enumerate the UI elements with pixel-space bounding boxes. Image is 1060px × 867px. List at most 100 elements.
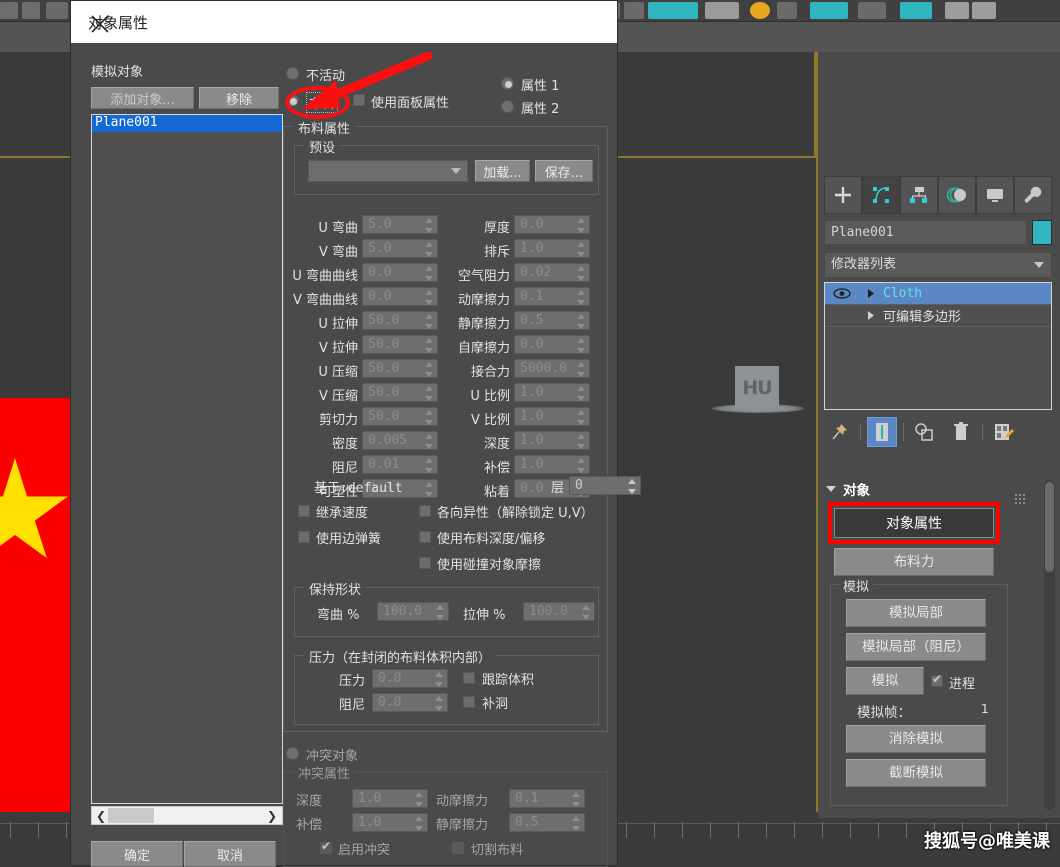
spinner-arrows-icon[interactable] xyxy=(424,314,433,329)
cloth-param-left-2-spinner[interactable]: 0.0 xyxy=(362,263,438,282)
preset-dropdown[interactable] xyxy=(308,160,468,182)
enable-collision-checkbox[interactable] xyxy=(320,839,332,854)
cloth-param-right-0-spinner[interactable]: 0.0 xyxy=(514,215,590,234)
simulate-button[interactable]: 模拟 xyxy=(846,667,924,695)
spinner-arrows-icon[interactable] xyxy=(576,290,585,305)
toolbar-icon-schematic[interactable] xyxy=(972,2,996,19)
keep-shape-stretch-spinner[interactable]: 100.0 xyxy=(523,602,595,621)
modifier-stack-item-editpoly[interactable]: 可编辑多边形 xyxy=(825,305,1051,326)
spinner-arrows-icon[interactable] xyxy=(571,816,580,831)
cloth-param-right-9-spinner[interactable]: 1.0 xyxy=(514,431,590,450)
remove-button[interactable]: 移除 xyxy=(199,87,279,109)
chevron-left-icon[interactable]: ❮ xyxy=(96,809,106,823)
cloth-param-left-0-spinner[interactable]: 5.0 xyxy=(362,215,438,234)
object-properties-button[interactable]: 对象属性 xyxy=(834,508,994,538)
spinner-arrows-icon[interactable] xyxy=(424,386,433,401)
toolbar-icon-curve-editor[interactable] xyxy=(945,2,969,19)
make-unique-icon[interactable] xyxy=(910,417,940,447)
spinner-arrows-icon[interactable] xyxy=(434,672,443,687)
drag-handle-dots[interactable] xyxy=(1014,493,1026,505)
cloth-param-left-4-spinner[interactable]: 50.0 xyxy=(362,311,438,330)
object-name-field[interactable]: Plane001 xyxy=(824,220,1027,245)
modifier-stack[interactable]: Cloth 可编辑多边形 xyxy=(824,282,1052,410)
list-item[interactable]: Plane001 xyxy=(92,115,282,132)
spinner-arrows-icon[interactable] xyxy=(424,410,433,425)
spinner-arrows-icon[interactable] xyxy=(414,792,423,807)
toolbar-icon-render-frame[interactable] xyxy=(858,2,886,19)
hierarchy-tab[interactable] xyxy=(900,176,938,214)
pressure-spinner[interactable]: 0.0 xyxy=(372,669,448,688)
spinner-arrows-icon[interactable] xyxy=(576,386,585,401)
cloth-param-right-2-spinner[interactable]: 0.02 xyxy=(514,263,590,282)
cloth-param-right-4-spinner[interactable]: 0.5 xyxy=(514,311,590,330)
cancel-button[interactable]: 取消 xyxy=(184,841,276,867)
collision-dyn-friction-spinner[interactable]: 0.1 xyxy=(509,789,585,808)
keep-shape-bend-spinner[interactable]: 100.0 xyxy=(377,602,449,621)
cloth-param-left-8-spinner[interactable]: 50.0 xyxy=(362,407,438,426)
spinner-arrows-icon[interactable] xyxy=(424,290,433,305)
spinner-arrows-icon[interactable] xyxy=(576,410,585,425)
toolbar-icon-undo[interactable] xyxy=(0,2,18,19)
inactive-radio[interactable] xyxy=(286,67,299,80)
spinner-arrows-icon[interactable] xyxy=(424,434,433,449)
use-cloth-depth-offset-checkbox[interactable] xyxy=(419,531,431,543)
layer-spinner[interactable]: 0 xyxy=(569,476,641,495)
scrollbar-thumb[interactable] xyxy=(1045,482,1054,572)
patch-holes-checkbox[interactable] xyxy=(463,696,475,708)
eye-icon[interactable] xyxy=(825,288,859,299)
toolbar-icon-align[interactable] xyxy=(705,2,739,19)
cloth-param-right-7-spinner[interactable]: 1.0 xyxy=(514,383,590,402)
track-volume-checkbox[interactable] xyxy=(463,672,475,684)
cloth-param-left-7-spinner[interactable]: 50.0 xyxy=(362,383,438,402)
spinner-arrows-icon[interactable] xyxy=(434,696,443,711)
chevron-right-icon[interactable]: ❯ xyxy=(267,809,277,823)
command-panel-tabs[interactable] xyxy=(824,176,1052,214)
toolbar-icon-curve[interactable] xyxy=(777,2,797,19)
collision-depth-spinner[interactable]: 1.0 xyxy=(352,789,428,808)
cloth-param-left-5-spinner[interactable]: 50.0 xyxy=(362,335,438,354)
configure-modifier-sets-icon[interactable] xyxy=(989,417,1019,447)
spinner-arrows-icon[interactable] xyxy=(424,218,433,233)
pressure-damping-spinner[interactable]: 0.0 xyxy=(372,693,448,712)
progress-checkbox[interactable] xyxy=(931,672,943,687)
toolbar-icon-angle[interactable] xyxy=(624,2,644,19)
ok-button[interactable]: 确定 xyxy=(91,841,183,867)
cloth-param-left-1-spinner[interactable]: 5.0 xyxy=(362,239,438,258)
expand-arrow-icon[interactable] xyxy=(859,289,883,298)
property2-radio[interactable] xyxy=(501,100,514,113)
spinner-arrows-icon[interactable] xyxy=(424,338,433,353)
motion-tab[interactable] xyxy=(938,176,976,214)
toolbar-icon-mirror[interactable] xyxy=(648,2,698,19)
toolbar-icon-link[interactable] xyxy=(46,2,68,19)
erase-simulation-button[interactable]: 消除模拟 xyxy=(846,725,986,753)
spinner-arrows-icon[interactable] xyxy=(627,479,636,494)
display-tab[interactable] xyxy=(976,176,1014,214)
spinner-arrows-icon[interactable] xyxy=(576,458,585,473)
cut-cloth-checkbox[interactable] xyxy=(452,842,464,854)
property1-radio[interactable] xyxy=(501,77,514,90)
create-tab[interactable] xyxy=(824,176,862,214)
save-preset-button[interactable]: 保存... xyxy=(535,160,593,182)
modifier-list-dropdown[interactable]: 修改器列表 xyxy=(824,252,1052,278)
toolbar-icon-redo[interactable] xyxy=(22,2,40,19)
cloth-param-left-6-spinner[interactable]: 50.0 xyxy=(362,359,438,378)
toolbar-icon-gear[interactable] xyxy=(750,2,770,19)
spinner-arrows-icon[interactable] xyxy=(576,314,585,329)
expand-arrow-icon[interactable] xyxy=(859,311,883,320)
modifier-stack-buttons[interactable] xyxy=(824,416,1052,448)
use-panel-properties-checkbox[interactable] xyxy=(353,94,365,106)
spinner-arrows-icon[interactable] xyxy=(435,605,444,620)
spinner-arrows-icon[interactable] xyxy=(576,362,585,377)
delete-modifier-icon[interactable] xyxy=(946,417,976,447)
close-icon[interactable] xyxy=(88,12,112,36)
spinner-arrows-icon[interactable] xyxy=(424,362,433,377)
scrollbar-thumb[interactable] xyxy=(108,808,154,823)
collision-static-friction-spinner[interactable]: 0.5 xyxy=(509,813,585,832)
pin-stack-icon[interactable] xyxy=(824,417,854,447)
spinner-arrows-icon[interactable] xyxy=(424,266,433,281)
use-collision-object-friction-checkbox[interactable] xyxy=(419,557,431,569)
spinner-arrows-icon[interactable] xyxy=(424,458,433,473)
cloth-forces-button[interactable]: 布料力 xyxy=(834,548,994,576)
show-end-result-icon[interactable] xyxy=(867,417,897,447)
truncate-simulation-button[interactable]: 截断模拟 xyxy=(846,759,986,787)
